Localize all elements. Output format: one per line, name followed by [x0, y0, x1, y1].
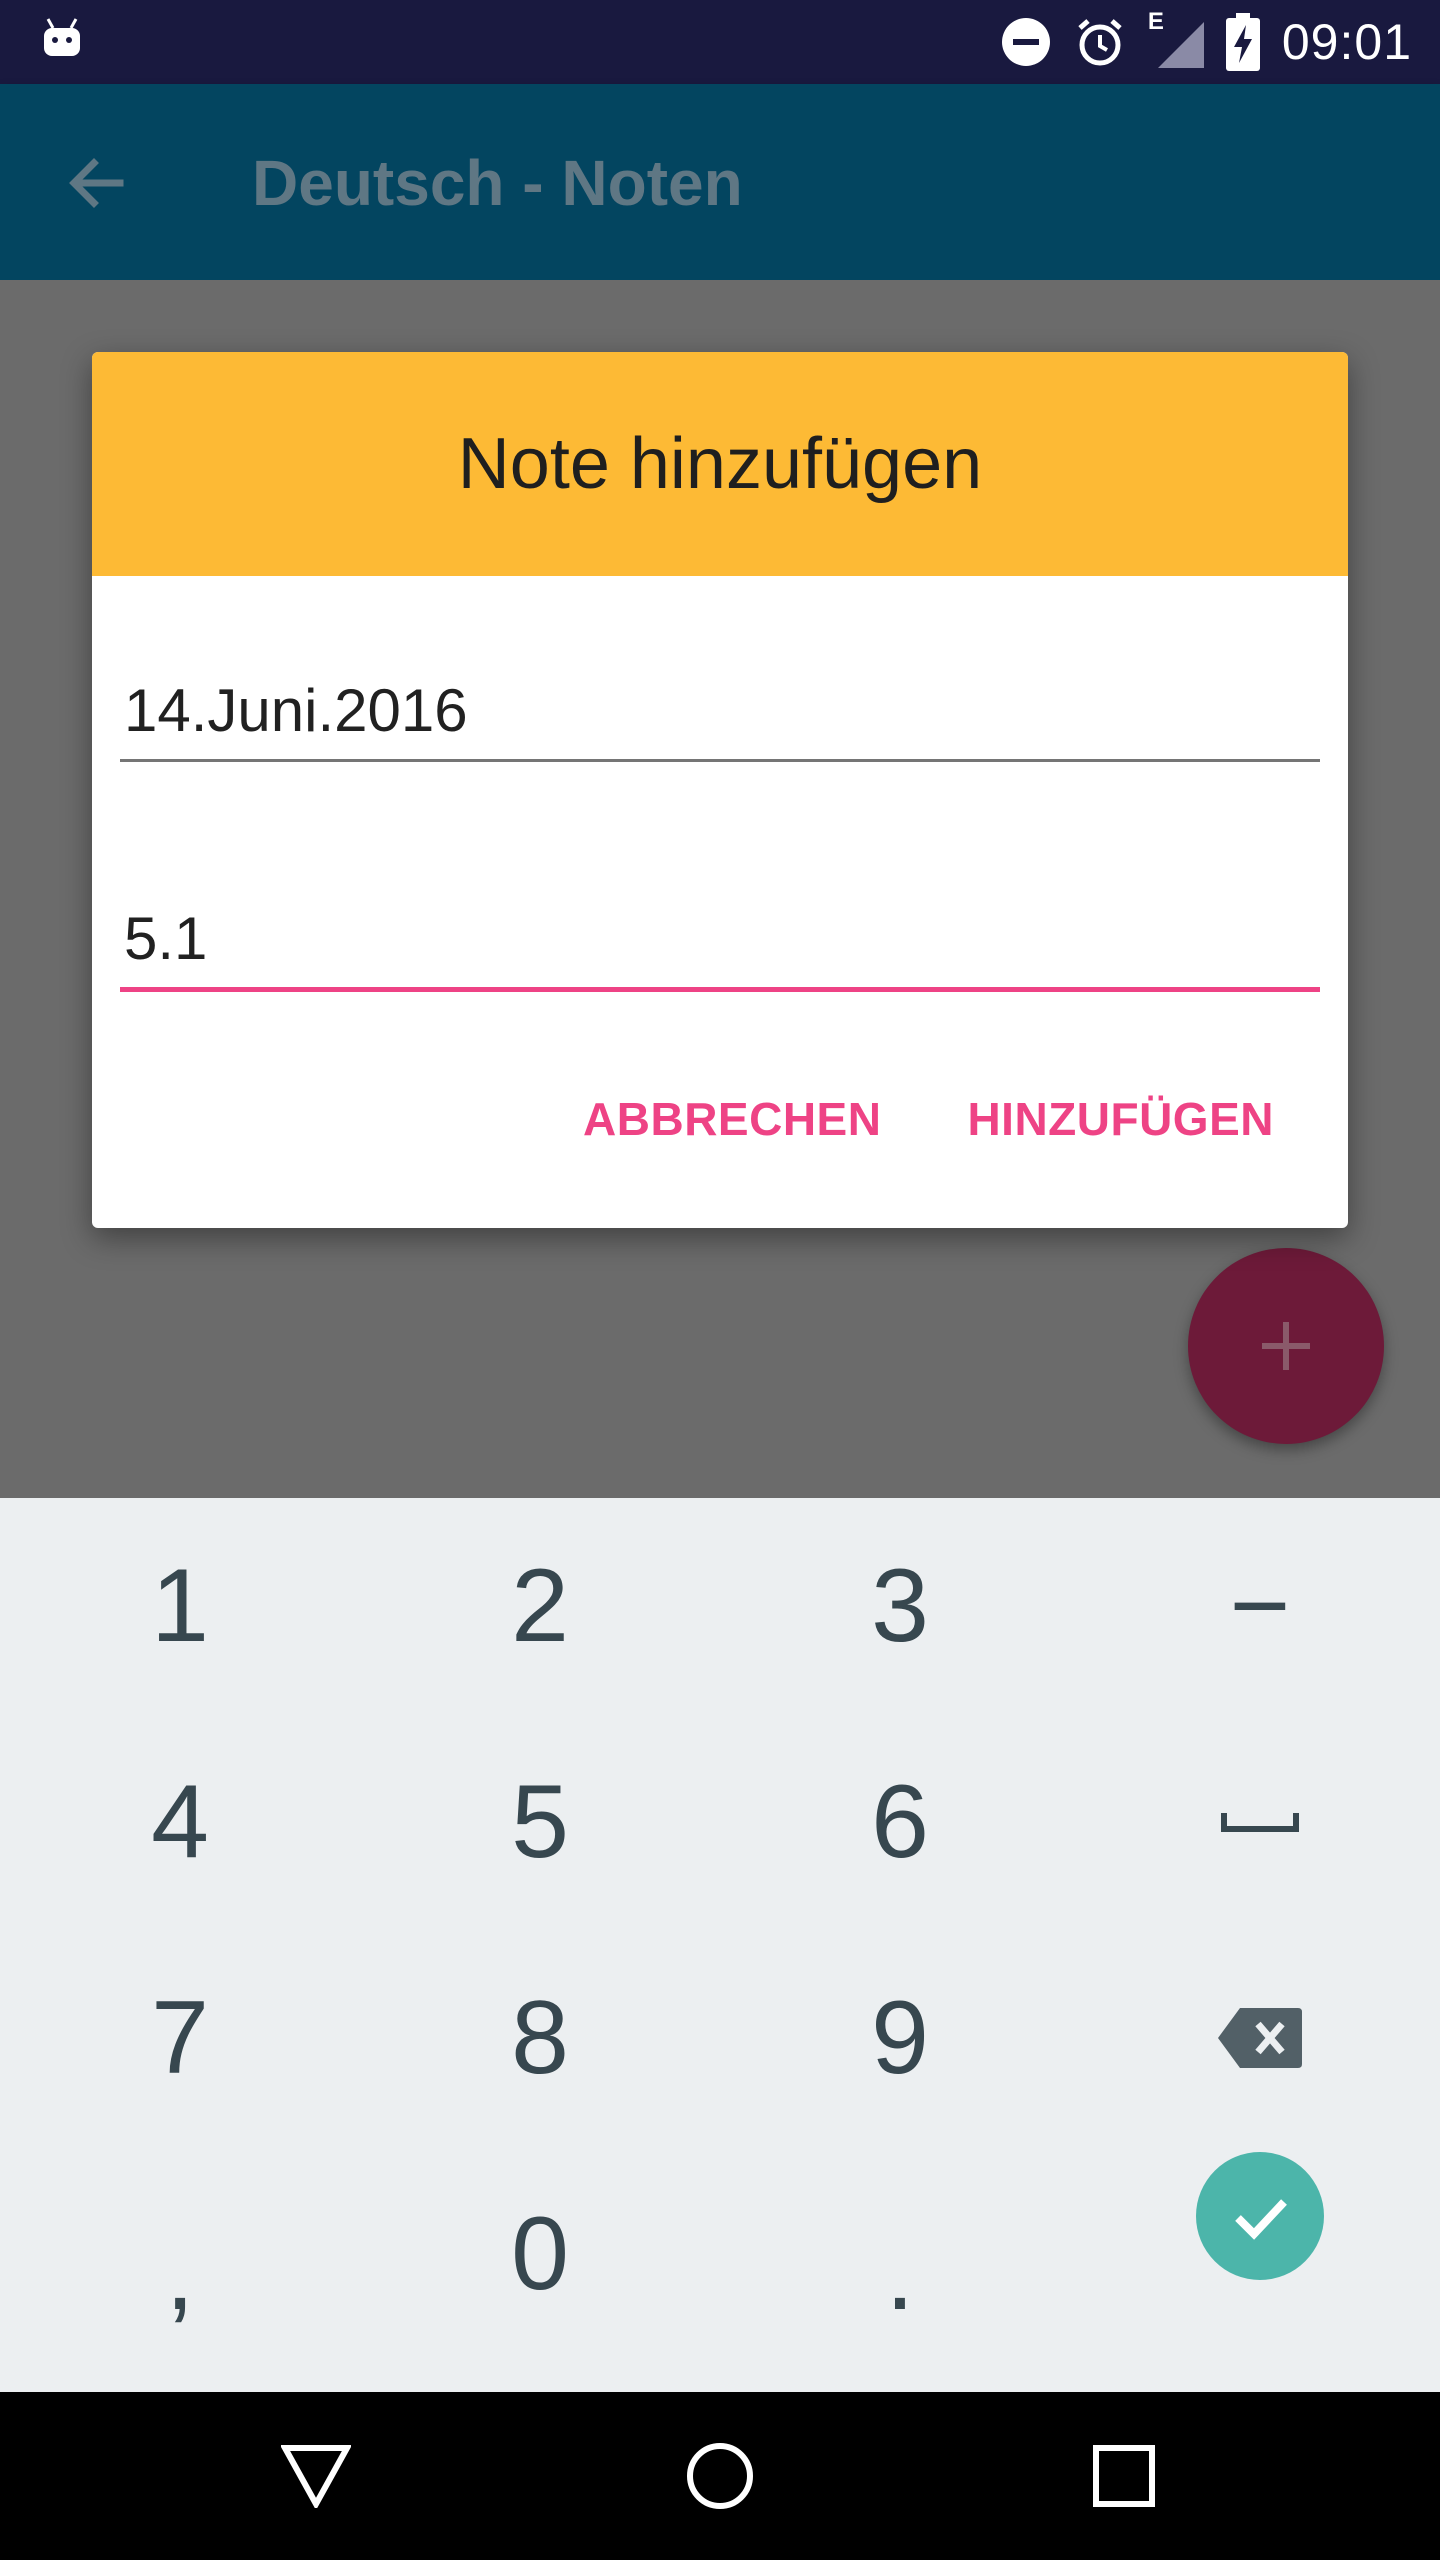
plus-icon [1262, 1322, 1310, 1370]
key-8[interactable]: 8 [360, 1930, 720, 2146]
done-check-icon [1235, 2199, 1287, 2240]
numeric-keyboard: 1 2 3 − 4 5 6 7 8 9 , 0 . [0, 1498, 1440, 2392]
key-comma[interactable]: , [0, 2146, 360, 2362]
key-6[interactable]: 6 [720, 1714, 1080, 1930]
key-label: 8 [511, 1979, 569, 2096]
key-3[interactable]: 3 [720, 1498, 1080, 1714]
nav-back-button[interactable] [274, 2434, 358, 2518]
home-circle-icon [687, 2443, 753, 2509]
key-label: 9 [871, 1979, 929, 2096]
key-label: 6 [871, 1763, 929, 1880]
key-space[interactable] [1080, 1714, 1440, 1930]
signal-indicator: E [1148, 8, 1204, 70]
app-bar: Deutsch - Noten [0, 84, 1440, 280]
key-label: 4 [151, 1763, 209, 1880]
key-label: − [1229, 1547, 1291, 1664]
key-9[interactable]: 9 [720, 1930, 1080, 2146]
backspace-icon [1218, 2008, 1302, 2068]
status-bar: E 09:01 [0, 0, 1440, 84]
key-2[interactable]: 2 [360, 1498, 720, 1714]
back-triangle-icon [281, 2445, 351, 2508]
add-button[interactable]: HINZUFÜGEN [967, 1092, 1274, 1146]
nav-recents-button[interactable] [1082, 2434, 1166, 2518]
key-label: 7 [151, 1979, 209, 2096]
date-field[interactable] [120, 672, 1320, 762]
dialog-title: Note hinzufügen [457, 424, 983, 504]
key-5[interactable]: 5 [360, 1714, 720, 1930]
add-fab[interactable] [1188, 1248, 1384, 1444]
key-label: 2 [511, 1547, 569, 1664]
key-label: 0 [511, 2195, 569, 2312]
grade-field[interactable] [120, 900, 1320, 992]
nav-home-button[interactable] [678, 2434, 762, 2518]
android-robot-icon [44, 18, 80, 56]
dialog-actions: ABBRECHEN HINZUFÜGEN [583, 1092, 1274, 1146]
key-4[interactable]: 4 [0, 1714, 360, 1930]
key-label: , [165, 2215, 195, 2332]
add-grade-dialog: Note hinzufügen ABBRECHEN HINZUFÜGEN [92, 352, 1348, 1228]
clock: 09:01 [1281, 14, 1412, 70]
page-title: Deutsch - Noten [252, 147, 743, 219]
space-icon [1221, 1813, 1299, 1832]
key-0[interactable]: 0 [360, 2146, 720, 2362]
signal-icon [1157, 22, 1204, 68]
key-label: 3 [871, 1547, 929, 1664]
cancel-button[interactable]: ABBRECHEN [583, 1092, 881, 1146]
key-label: 5 [511, 1763, 569, 1880]
arrow-back-icon[interactable] [62, 148, 132, 218]
dialog-header: Note hinzufügen [92, 352, 1348, 576]
recents-square-icon [1093, 2445, 1155, 2507]
done-key-circle [1196, 2152, 1324, 2280]
alarm-icon [1078, 19, 1122, 66]
dnd-icon [1001, 18, 1050, 66]
key-1[interactable]: 1 [0, 1498, 360, 1714]
key-7[interactable]: 7 [0, 1930, 360, 2146]
navigation-bar [0, 2392, 1440, 2560]
key-done[interactable] [1080, 2108, 1440, 2324]
key-label: 1 [151, 1547, 209, 1664]
key-period[interactable]: . [720, 2146, 1080, 2362]
key-minus[interactable]: − [1080, 1498, 1440, 1714]
battery-charging-icon [1225, 13, 1260, 71]
key-label: . [885, 2215, 915, 2332]
